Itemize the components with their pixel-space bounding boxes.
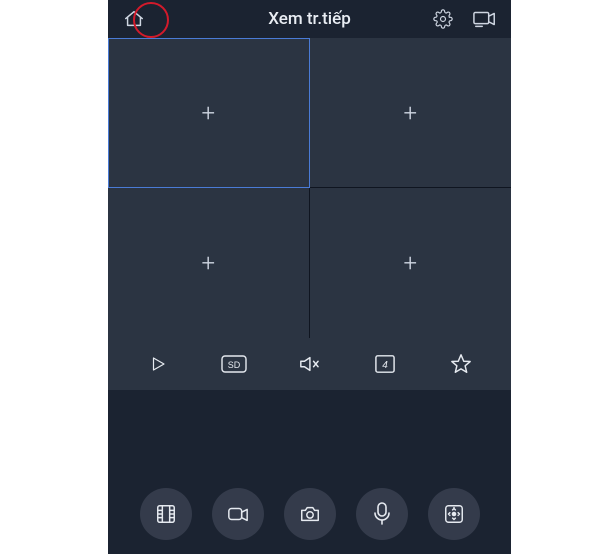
favorite-button[interactable] [439, 342, 483, 386]
header-bar: Xem tr.tiếp [108, 0, 511, 38]
camera-slot-4[interactable]: + [310, 188, 512, 338]
play-icon [149, 355, 167, 373]
camera-slot-1[interactable]: + [108, 38, 310, 188]
speaker-muted-icon [298, 354, 320, 374]
settings-button[interactable] [429, 5, 457, 33]
camera-slot-3[interactable]: + [108, 188, 310, 338]
camera-icon [299, 504, 321, 524]
svg-text:SD: SD [227, 360, 240, 370]
playback-button[interactable] [140, 488, 192, 540]
sd-quality-icon: SD [221, 355, 247, 373]
quality-button[interactable]: SD [212, 342, 256, 386]
add-camera-icon: + [201, 101, 215, 125]
star-icon [450, 353, 472, 375]
bottom-dock [108, 488, 511, 540]
app-frame: Xem tr.tiếp + + [108, 0, 511, 554]
layout-button[interactable]: 4 [363, 342, 407, 386]
camera-grid: + + + + [108, 38, 511, 338]
play-button[interactable] [136, 342, 180, 386]
add-camera-icon: + [201, 251, 215, 275]
mic-button[interactable] [356, 488, 408, 540]
snapshot-button[interactable] [284, 488, 336, 540]
video-record-icon [227, 505, 249, 523]
player-toolbar: SD 4 [108, 338, 511, 390]
layout-grid-icon: 4 [374, 354, 396, 374]
film-icon [155, 503, 177, 525]
home-icon [123, 8, 145, 30]
camera-slot-2[interactable]: + [310, 38, 512, 188]
mute-button[interactable] [287, 342, 331, 386]
device-stream-button[interactable] [471, 5, 499, 33]
home-button[interactable] [120, 5, 148, 33]
ptz-button[interactable] [428, 488, 480, 540]
gear-icon [433, 9, 453, 29]
record-button[interactable] [212, 488, 264, 540]
add-camera-icon: + [403, 101, 417, 125]
ptz-control-icon [443, 503, 465, 525]
svg-text:4: 4 [383, 360, 389, 371]
microphone-icon [373, 502, 391, 526]
camera-stream-icon [473, 10, 497, 28]
add-camera-icon: + [403, 251, 417, 275]
